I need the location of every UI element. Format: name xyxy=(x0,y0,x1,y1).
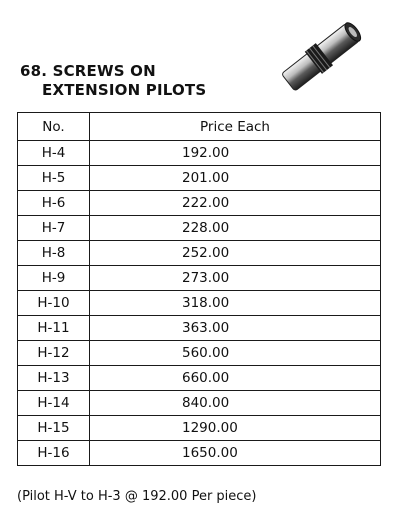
table-row: H-8 252.00 xyxy=(17,240,381,266)
row-no: H-10 xyxy=(17,290,90,316)
row-price: 228.00 xyxy=(89,215,381,241)
row-no: H-16 xyxy=(17,440,90,466)
table-row: H-4 192.00 xyxy=(17,140,381,166)
row-no: H-7 xyxy=(17,215,90,241)
table-row: H-16 1650.00 xyxy=(17,440,381,466)
row-price: 660.00 xyxy=(89,365,381,391)
column-header-price: Price Each xyxy=(89,112,381,141)
row-price: 1290.00 xyxy=(89,415,381,441)
table-row: H-13 660.00 xyxy=(17,365,381,391)
section-title-line2: EXTENSION PILOTS xyxy=(42,81,207,99)
table-row: H-14 840.00 xyxy=(17,390,381,416)
table-row: H-6 222.00 xyxy=(17,190,381,216)
row-price: 318.00 xyxy=(89,290,381,316)
price-table: No. Price Each H-4 192.00 H-5 201.00 H-6 22… xyxy=(17,112,381,466)
table-row: H-12 560.00 xyxy=(17,340,381,366)
row-price: 840.00 xyxy=(89,390,381,416)
section-title-line1: 68. SCREWS ON xyxy=(20,62,156,80)
section-heading: 68. SCREWS ON EXTENSION PILOTS xyxy=(20,62,206,100)
column-header-no: No. xyxy=(17,112,90,141)
table-row: H-15 1290.00 xyxy=(17,415,381,441)
row-no: H-9 xyxy=(17,265,90,291)
row-price: 273.00 xyxy=(89,265,381,291)
row-no: H-8 xyxy=(17,240,90,266)
row-price: 252.00 xyxy=(89,240,381,266)
row-no: H-6 xyxy=(17,190,90,216)
row-price: 222.00 xyxy=(89,190,381,216)
row-no: H-13 xyxy=(17,365,90,391)
row-no: H-11 xyxy=(17,315,90,341)
table-row: H-11 363.00 xyxy=(17,315,381,341)
row-no: H-14 xyxy=(17,390,90,416)
row-no: H-5 xyxy=(17,165,90,191)
table-row: H-10 318.00 xyxy=(17,290,381,316)
table-header-row: No. Price Each xyxy=(17,112,381,141)
row-price: 560.00 xyxy=(89,340,381,366)
footnote: (Pilot H-V to H-3 @ 192.00 Per piece) xyxy=(17,489,257,504)
row-price: 201.00 xyxy=(89,165,381,191)
row-no: H-4 xyxy=(17,140,90,166)
table-row: H-9 273.00 xyxy=(17,265,381,291)
extension-pilot-screw-icon xyxy=(282,22,362,91)
table-row: H-5 201.00 xyxy=(17,165,381,191)
row-price: 192.00 xyxy=(89,140,381,166)
row-no: H-15 xyxy=(17,415,90,441)
table-row: H-7 228.00 xyxy=(17,215,381,241)
row-price: 1650.00 xyxy=(89,440,381,466)
row-price: 363.00 xyxy=(89,315,381,341)
row-no: H-12 xyxy=(17,340,90,366)
